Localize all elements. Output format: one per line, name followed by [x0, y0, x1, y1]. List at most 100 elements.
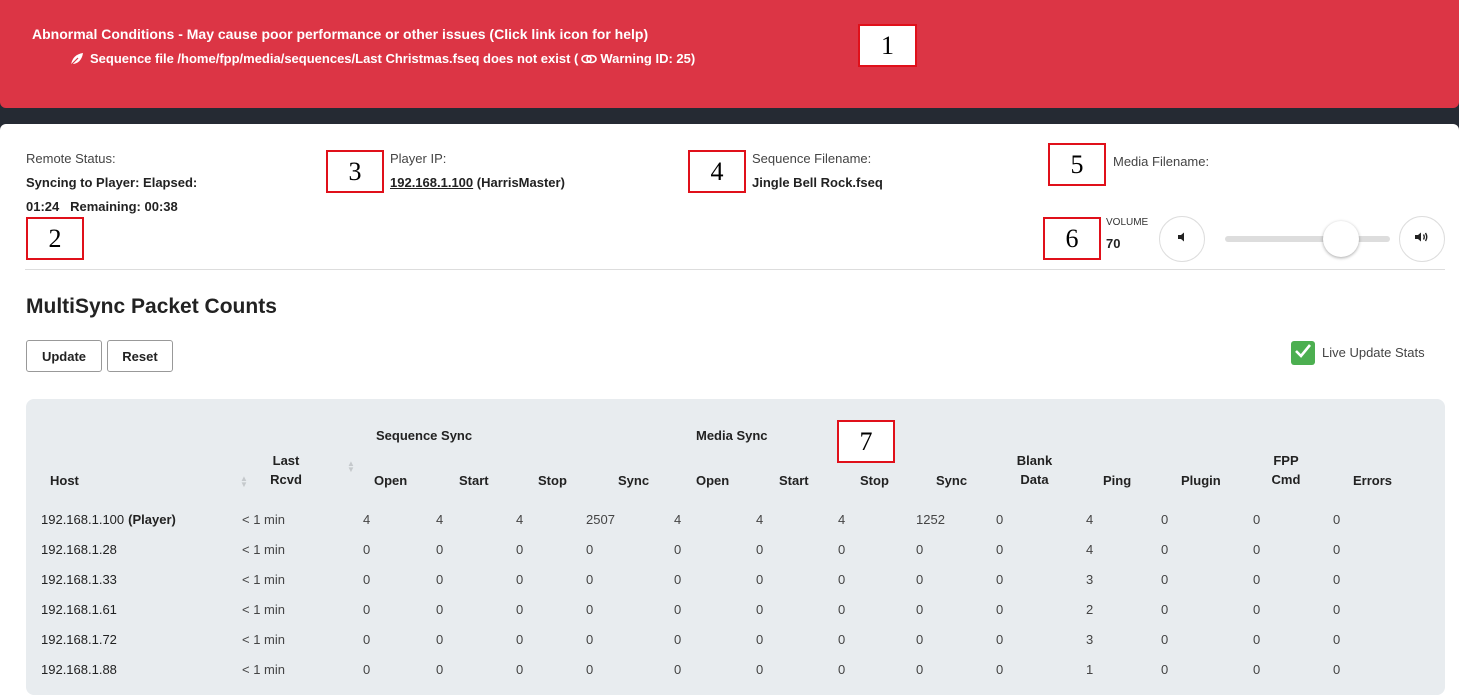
volume-down-button[interactable]: [1159, 216, 1205, 262]
callout-6: 6: [1043, 217, 1101, 260]
col-media-start: Start: [779, 473, 809, 488]
table-cell: 0: [586, 542, 594, 557]
table-cell: 0: [838, 632, 846, 647]
table-cell: 0: [916, 602, 924, 617]
table-cell: 3: [1086, 632, 1094, 647]
live-update-checkbox[interactable]: [1291, 341, 1315, 365]
player-ip-link[interactable]: 192.168.1.100: [390, 175, 473, 190]
table-cell: 0: [1253, 602, 1261, 617]
table-cell: 0: [756, 662, 764, 677]
banner-title: Abnormal Conditions - May cause poor per…: [32, 26, 649, 42]
table-cell: 0: [363, 572, 371, 587]
table-cell: 0: [996, 662, 1004, 677]
callout-2: 2: [26, 217, 84, 260]
link-icon[interactable]: [581, 53, 598, 65]
col-seq-sync: Sync: [618, 473, 650, 488]
volume-label: VOLUME: [1106, 217, 1149, 228]
col-fpp-cmd: FPP Cmd: [1271, 453, 1301, 487]
table-cell: 0: [516, 542, 524, 557]
table-cell: 0: [586, 572, 594, 587]
table-cell: 2: [1086, 602, 1094, 617]
table-cell: 0: [1161, 662, 1169, 677]
multisync-table: Sequence Sync Media Sync Host ▲ ▼ Last Rc…: [26, 399, 1445, 695]
table-cell: 4: [1086, 512, 1094, 527]
table-cell: 0: [674, 662, 682, 677]
table-cell: 0: [1161, 602, 1169, 617]
table-cell: 0: [586, 662, 594, 677]
table-cell: 0: [916, 542, 924, 557]
table-cell: 0: [1333, 632, 1341, 647]
leaf-icon: [70, 52, 84, 66]
table-cell: 0: [1253, 662, 1261, 677]
table-cell: 0: [916, 632, 924, 647]
table-cell: 0: [436, 542, 444, 557]
host-cell: 192.168.1.28: [41, 542, 121, 557]
table-cell: 0: [516, 572, 524, 587]
col-seq-open: Open: [374, 473, 408, 488]
col-host[interactable]: Host: [50, 471, 79, 490]
table-cell: 0: [996, 602, 1004, 617]
volume-slider-thumb[interactable]: [1322, 221, 1359, 257]
checkmark-icon: [1294, 343, 1312, 364]
sort-host-icon: ▲ ▼: [240, 474, 248, 489]
media-filename-label: Media Filename:: [1113, 154, 1210, 169]
col-media-open: Open: [696, 473, 730, 488]
table-cell: 0: [1333, 542, 1341, 557]
table-cell: 0: [838, 542, 846, 557]
multisync-title: MultiSync Packet Counts: [26, 295, 277, 318]
col-last-rcvd[interactable]: Last Rcvd: [261, 451, 311, 489]
volume-slider-track[interactable]: [1225, 236, 1390, 242]
volume-down-icon: [1176, 230, 1188, 248]
update-button[interactable]: Update: [26, 340, 102, 372]
table-cell: < 1 min: [242, 602, 285, 617]
host-cell: 192.168.1.88: [41, 662, 121, 677]
col-blank-data: Blank Data: [1016, 453, 1053, 487]
callout-1: 1: [858, 24, 917, 67]
table-cell: 0: [1161, 512, 1169, 527]
table-cell: 4: [436, 512, 444, 527]
divider: [25, 269, 1445, 270]
player-ip-value: 192.168.1.100 (HarrisMaster): [390, 175, 565, 190]
reset-button[interactable]: Reset: [107, 340, 173, 372]
host-ip: 192.168.1.88: [41, 662, 117, 677]
table-cell: 0: [756, 572, 764, 587]
host-tag: (Player): [128, 512, 176, 527]
host-ip: 192.168.1.100: [41, 512, 125, 527]
table-cell: 0: [916, 572, 924, 587]
table-cell: 0: [363, 542, 371, 557]
host-cell: 192.168.1.72: [41, 632, 121, 647]
host-cell: 192.168.1.61: [41, 602, 121, 617]
table-cell: 0: [363, 632, 371, 647]
sequence-filename-label: Sequence Filename:: [752, 151, 872, 166]
table-cell: 1252: [916, 512, 945, 527]
col-media-sync: Sync: [936, 473, 968, 488]
col-errors: Errors: [1353, 473, 1393, 488]
callout-5: 5: [1048, 143, 1106, 186]
volume-value: 70: [1106, 236, 1121, 251]
table-cell: 0: [1333, 512, 1341, 527]
warning-text: Sequence file /home/fpp/media/sequences/…: [90, 51, 696, 66]
table-cell: < 1 min: [242, 512, 285, 527]
table-cell: 4: [1086, 542, 1094, 557]
table-cell: 0: [674, 542, 682, 557]
volume-up-button[interactable]: [1399, 216, 1445, 262]
table-cell: 0: [436, 602, 444, 617]
host-ip: 192.168.1.33: [41, 572, 117, 587]
main-panel: Remote Status: Syncing to Player: Elapse…: [0, 124, 1459, 700]
table-cell: 0: [1333, 572, 1341, 587]
remote-status-label: Remote Status:: [26, 151, 116, 166]
sequence-filename-value: Jingle Bell Rock.fseq: [752, 175, 883, 190]
table-cell: 0: [674, 572, 682, 587]
sort-last-rcvd-icon: ▲ ▼: [347, 459, 355, 474]
table-cell: 0: [1161, 632, 1169, 647]
table-cell: < 1 min: [242, 542, 285, 557]
table-cell: 0: [756, 602, 764, 617]
banner-warning: Sequence file /home/fpp/media/sequences/…: [70, 51, 695, 66]
table-cell: 4: [674, 512, 682, 527]
table-cell: 0: [436, 632, 444, 647]
table-cell: 1: [1086, 662, 1094, 677]
col-plugin: Plugin: [1181, 473, 1221, 488]
table-cell: 0: [516, 662, 524, 677]
table-cell: 0: [996, 572, 1004, 587]
col-seq-stop: Stop: [538, 473, 567, 488]
